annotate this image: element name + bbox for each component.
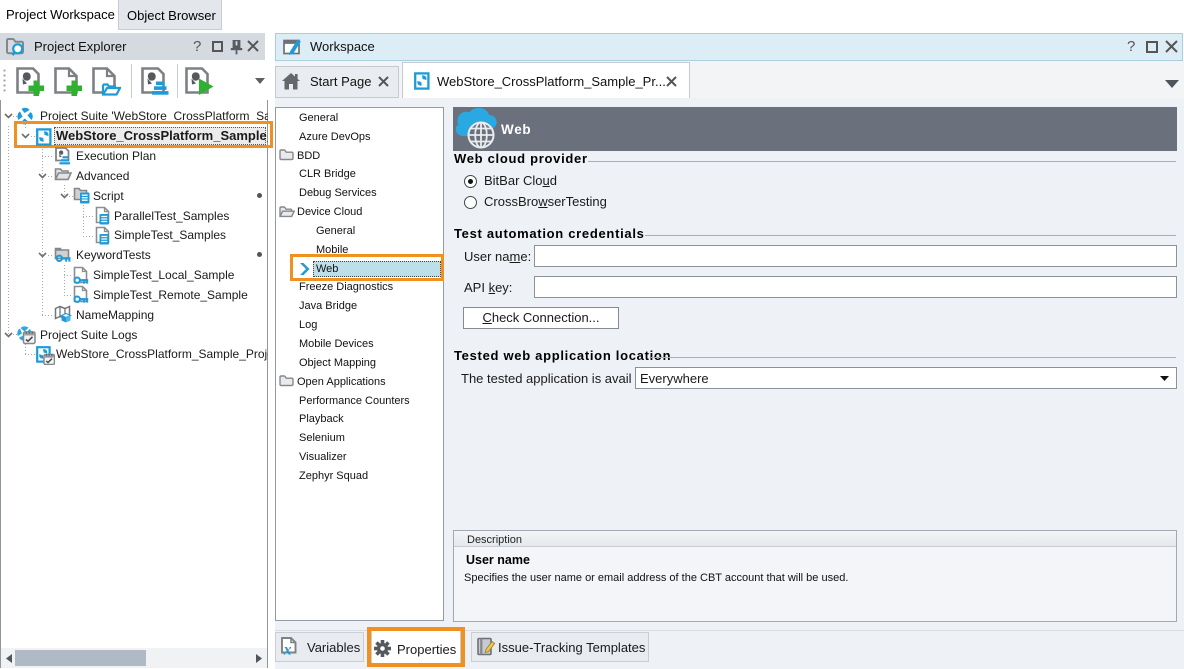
svg-text:x: x — [283, 641, 292, 657]
